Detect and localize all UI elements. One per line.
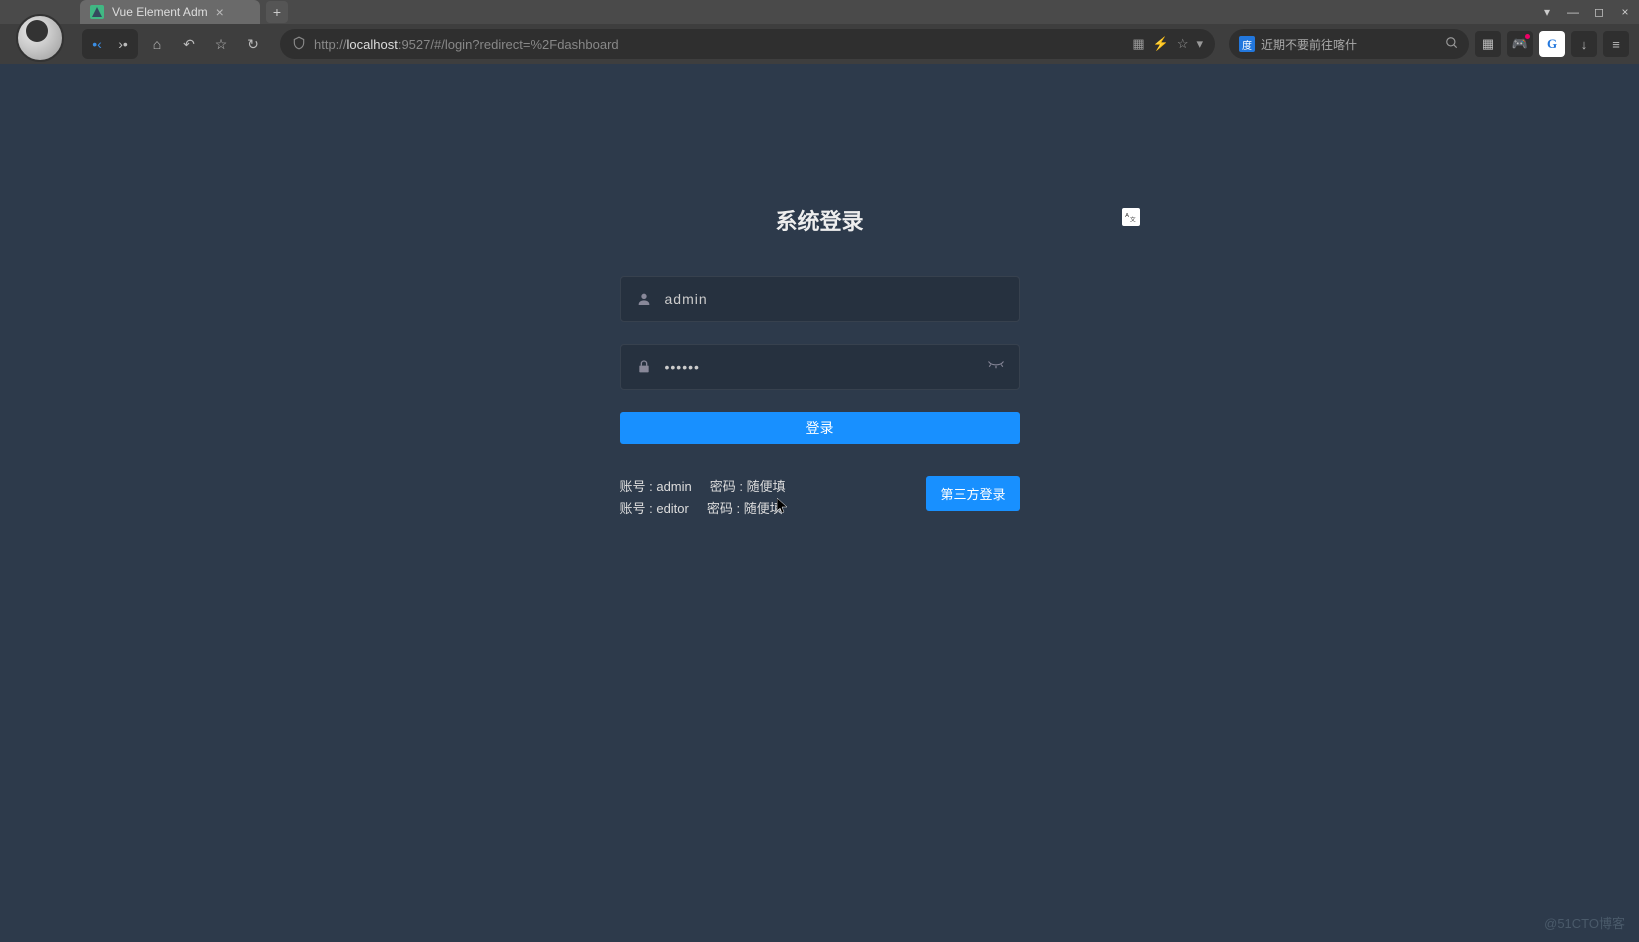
shield-icon xyxy=(292,36,306,53)
close-tab-icon[interactable]: × xyxy=(216,4,224,20)
refresh-button[interactable]: ↻ xyxy=(240,31,266,57)
close-window-icon[interactable]: × xyxy=(1617,5,1633,19)
g-extension-icon[interactable]: G xyxy=(1539,31,1565,57)
language-switch-icon[interactable]: A文 xyxy=(1122,208,1140,226)
login-tips: 账号 : admin 密码 : 随便填 账号 : editor 密码 : 随便填 xyxy=(620,476,804,520)
username-input[interactable] xyxy=(665,291,1005,307)
vue-favicon-icon xyxy=(90,5,104,19)
url-text: http://localhost:9527/#/login?redirect=%… xyxy=(314,37,1124,52)
login-button[interactable]: 登录 xyxy=(620,412,1020,444)
svg-text:A: A xyxy=(1125,213,1129,219)
tab-title: Vue Element Adm xyxy=(112,5,208,19)
forward-button[interactable]: ›• xyxy=(110,31,136,57)
tip1-account: 账号 : admin xyxy=(620,479,692,494)
tip2-password: 密码 : 随便填 xyxy=(707,501,783,516)
search-box[interactable]: 度 近期不要前往喀什 xyxy=(1229,29,1469,59)
url-scheme: http:// xyxy=(314,37,347,52)
search-engine-icon: 度 xyxy=(1239,36,1255,52)
url-host: localhost xyxy=(347,37,398,52)
chevron-down-icon[interactable]: ▾ xyxy=(1196,36,1203,52)
tip2-account: 账号 : editor xyxy=(620,501,689,516)
login-title: 系统登录 xyxy=(620,204,1020,236)
maximize-icon[interactable]: ◻ xyxy=(1591,5,1607,19)
gamepad-icon[interactable]: 🎮 xyxy=(1507,31,1533,57)
password-field[interactable] xyxy=(620,344,1020,390)
show-password-icon[interactable] xyxy=(987,359,1005,375)
new-tab-button[interactable]: + xyxy=(266,1,288,23)
bookmark-button[interactable]: ☆ xyxy=(208,31,234,57)
browser-tab[interactable]: Vue Element Adm × xyxy=(80,0,260,24)
qr-icon[interactable]: ▦ xyxy=(1132,36,1144,52)
lock-icon xyxy=(635,359,653,375)
login-form: 系统登录 A文 登录 账号 : admin密码 : 随便填 账号 : edito… xyxy=(620,204,1020,942)
user-icon xyxy=(635,291,653,307)
minimize-icon[interactable]: — xyxy=(1565,5,1581,19)
watermark: @51CTO博客 xyxy=(1544,913,1625,932)
search-icon[interactable] xyxy=(1445,36,1459,53)
mouse-cursor-icon xyxy=(777,498,789,517)
url-path: :9527/#/login?redirect=%2Fdashboard xyxy=(398,37,619,52)
profile-avatar[interactable] xyxy=(16,14,64,62)
username-field[interactable] xyxy=(620,276,1020,322)
svg-text:文: 文 xyxy=(1129,216,1135,224)
grid-icon[interactable]: ▦ xyxy=(1475,31,1501,57)
thirdparty-login-button[interactable]: 第三方登录 xyxy=(926,476,1019,511)
tip1-password: 密码 : 随便填 xyxy=(710,479,786,494)
page-content: 系统登录 A文 登录 账号 : admin 密码 : 随便填 账号 : edito… xyxy=(0,64,1639,942)
star-icon[interactable]: ☆ xyxy=(1177,36,1189,52)
reload-button[interactable]: ↶ xyxy=(176,31,202,57)
download-icon[interactable]: ↓ xyxy=(1571,31,1597,57)
flash-icon[interactable]: ⚡ xyxy=(1153,36,1169,52)
back-button[interactable]: •‹ xyxy=(84,31,110,57)
search-placeholder: 近期不要前往喀什 xyxy=(1261,36,1439,53)
home-button[interactable]: ⌂ xyxy=(144,31,170,57)
hamburger-menu-icon[interactable]: ≡ xyxy=(1603,31,1629,57)
app-menu-icon[interactable]: ▾ xyxy=(1539,5,1555,19)
browser-toolbar: •‹ ›• ⌂ ↶ ☆ ↻ http://localhost:9527/#/lo… xyxy=(0,24,1639,64)
password-input[interactable] xyxy=(665,359,975,375)
address-bar[interactable]: http://localhost:9527/#/login?redirect=%… xyxy=(280,29,1215,59)
window-titlebar: Vue Element Adm × + ▾ — ◻ × xyxy=(0,0,1639,24)
